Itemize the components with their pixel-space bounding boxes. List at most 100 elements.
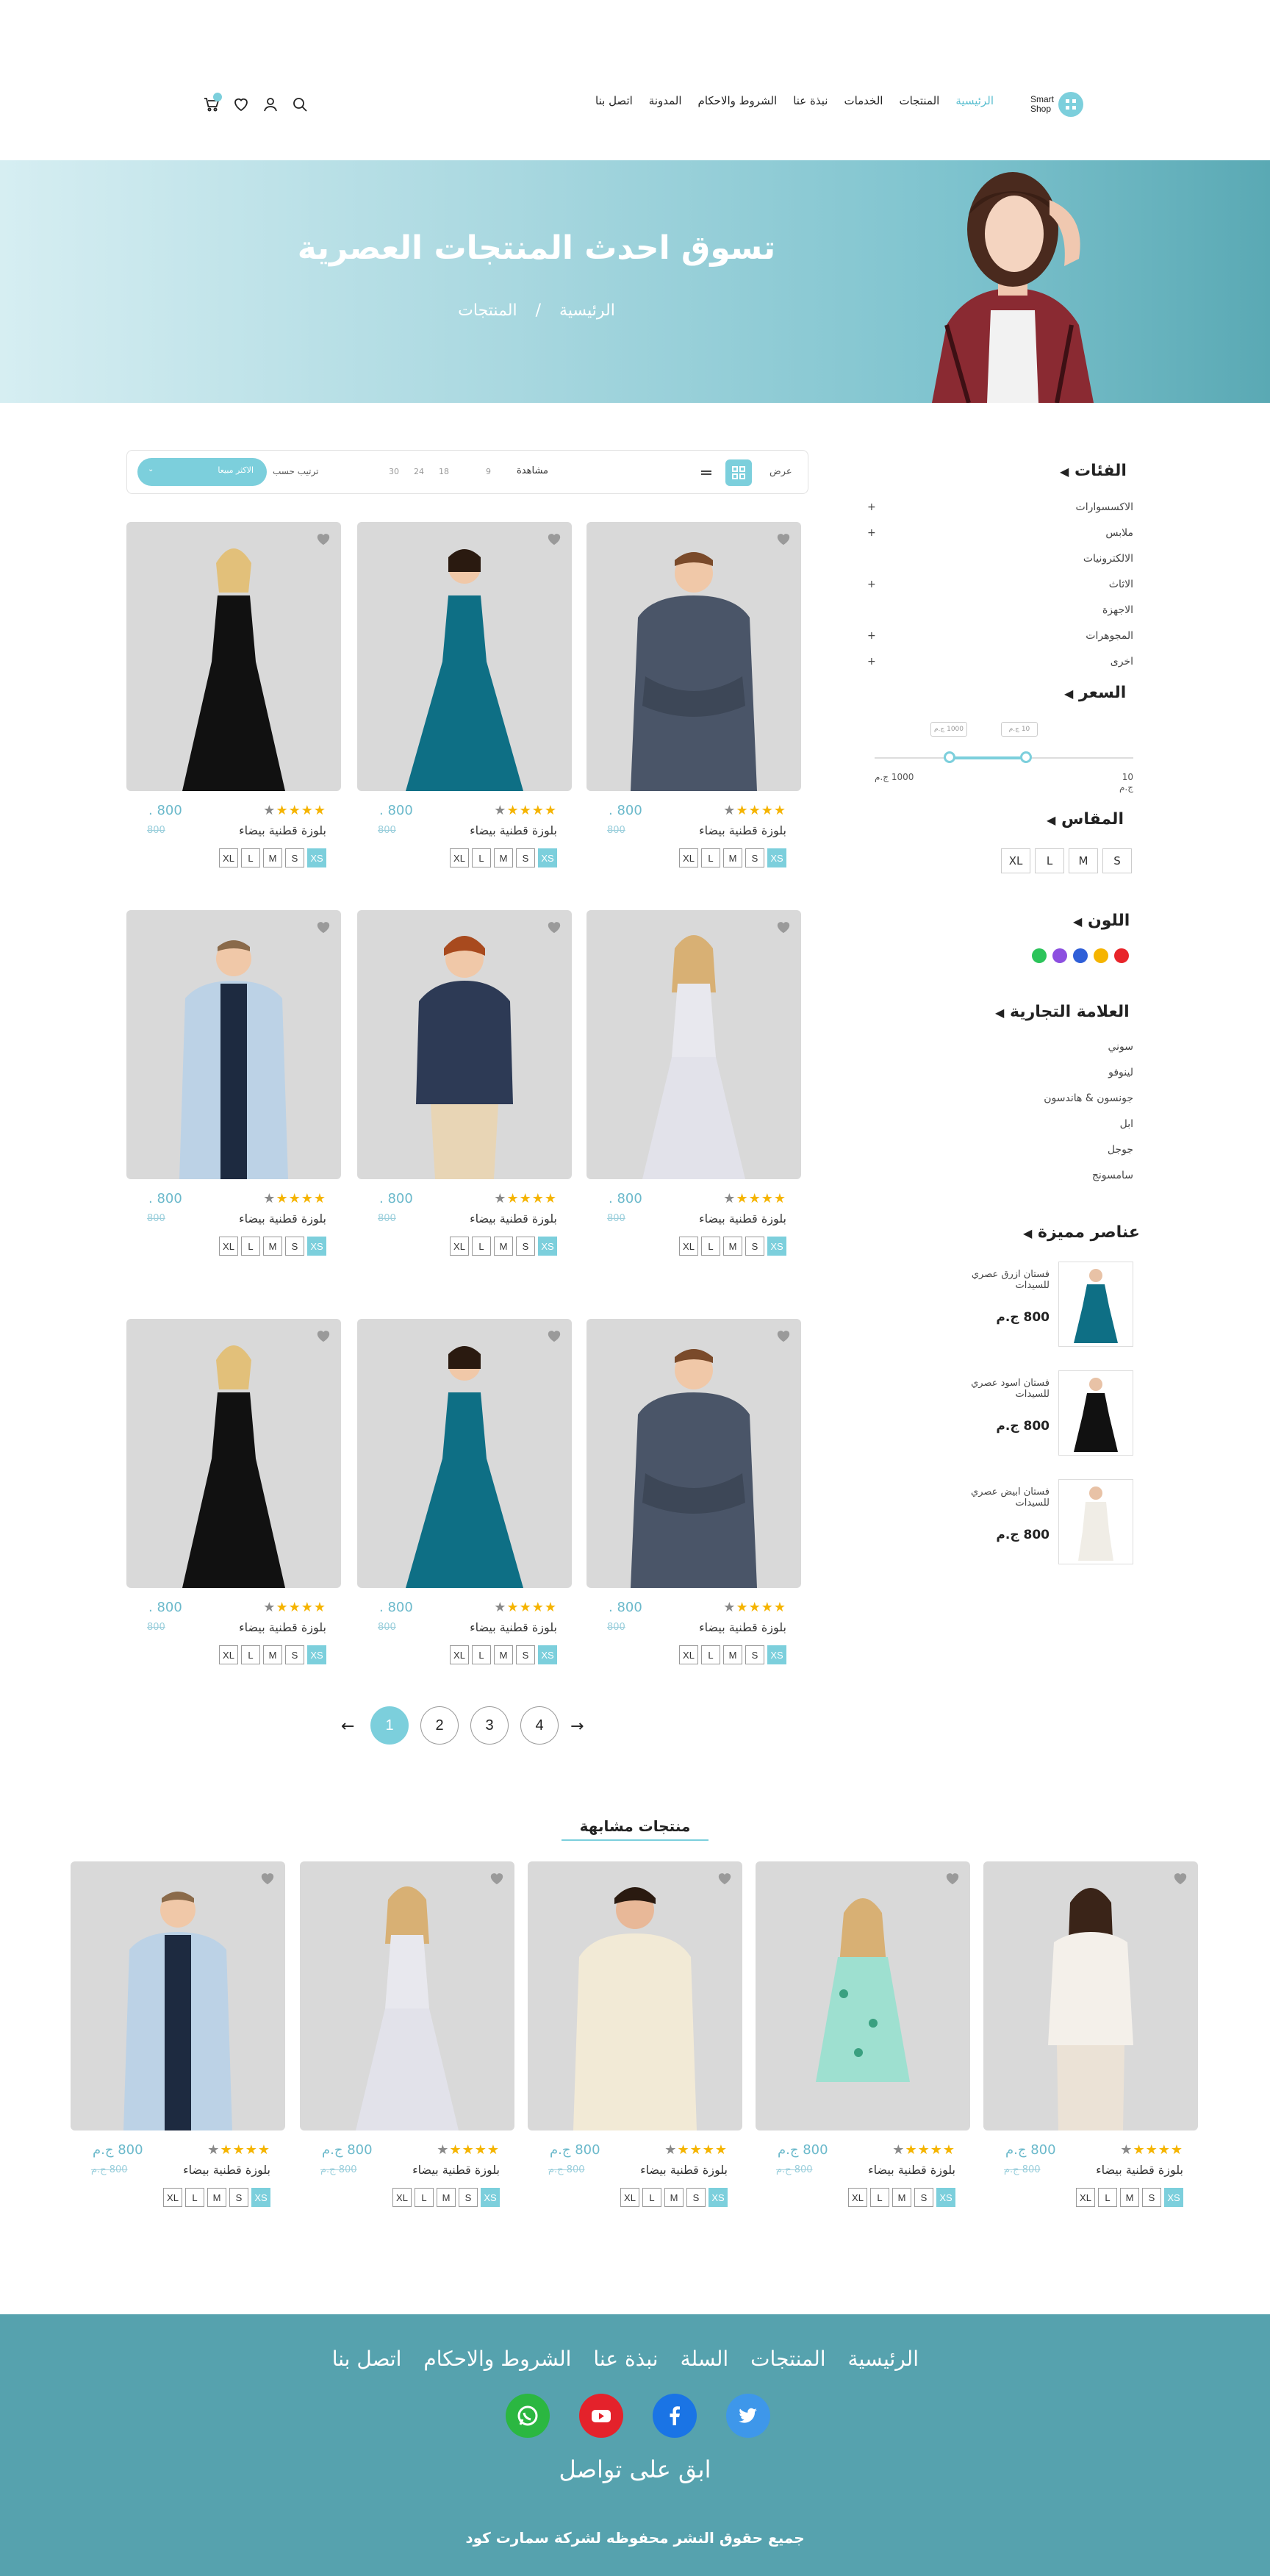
category-item[interactable]: المجوهرات + (867, 623, 1133, 648)
product-name[interactable]: بلوزة قطنية بيضاء (239, 1620, 326, 1634)
size-chip[interactable]: M (664, 2188, 684, 2207)
product-name[interactable]: بلوزة قطنية بيضاء (239, 823, 326, 837)
wishlist-heart-icon[interactable] (776, 532, 791, 545)
category-item[interactable]: الاثاث + (867, 571, 1133, 597)
size-chip[interactable]: L (701, 1237, 720, 1256)
size-option[interactable]: S (1102, 848, 1132, 873)
size-chip[interactable]: M (1120, 2188, 1139, 2207)
brand-item[interactable]: لينوفو (867, 1059, 1133, 1085)
size-chip[interactable]: XL (163, 2188, 182, 2207)
product-image[interactable] (126, 910, 341, 1179)
size-chip[interactable]: XS (1164, 2188, 1183, 2207)
product-image[interactable] (71, 1861, 285, 2130)
product-name[interactable]: بلوزة قطنية بيضاء (470, 1620, 557, 1634)
footer-link-about[interactable]: نبذة عنا (593, 2347, 658, 2371)
product-card[interactable]: 800 . 800 ★★★★★ بلوزة قطنية بيضاء XS S M L XL (126, 910, 341, 1267)
size-chip[interactable]: S (516, 1645, 535, 1664)
size-chip[interactable]: XL (1076, 2188, 1095, 2207)
footer-link-terms[interactable]: الشروط والاحكام (423, 2347, 571, 2371)
wishlist-heart-icon[interactable] (1173, 1872, 1188, 1885)
product-image[interactable] (586, 522, 801, 791)
page-4[interactable]: 4 (520, 1706, 559, 1745)
size-chip[interactable]: L (1098, 2188, 1117, 2207)
size-chip[interactable]: L (642, 2188, 661, 2207)
pagination-prev[interactable]: ← (341, 1717, 354, 1736)
product-image[interactable] (357, 1319, 572, 1588)
page-3[interactable]: 3 (470, 1706, 509, 1745)
product-card[interactable]: 800 ج.م 800 ج.م ★★★★★ بلوزة قطنية بيضاء XS S M… (71, 1861, 285, 2219)
size-chip[interactable]: L (241, 1645, 260, 1664)
product-name[interactable]: بلوزة قطنية بيضاء (868, 2163, 955, 2177)
wishlist-heart-icon[interactable] (717, 1872, 732, 1885)
product-card[interactable]: 800 . 800 ★★★★★ بلوزة قطنية بيضاء XS S M L XL (586, 1319, 801, 1676)
brand-item[interactable]: سوني (867, 1034, 1133, 1059)
size-chip[interactable]: XL (450, 848, 469, 867)
featured-item[interactable]: فستان اسود عصري للسيدات 800 ج.م (941, 1370, 1133, 1456)
size-chip[interactable]: S (745, 848, 764, 867)
size-chip[interactable]: M (263, 1645, 282, 1664)
size-chip[interactable]: XS (307, 848, 326, 867)
product-name[interactable]: بلوزة قطنية بيضاء (183, 2163, 270, 2177)
size-chip[interactable]: L (870, 2188, 889, 2207)
product-image[interactable] (983, 1861, 1198, 2130)
expand-icon[interactable]: + (867, 656, 876, 668)
page-2[interactable]: 2 (420, 1706, 459, 1745)
size-chip[interactable]: M (263, 848, 282, 867)
nav-home[interactable]: الرئيسية (955, 94, 994, 107)
breadcrumb-home[interactable]: الرئيسية (559, 301, 615, 320)
product-card[interactable]: 800 . 800 ★★★★★ بلوزة قطنية بيضاء XS S M L XL (357, 1319, 572, 1676)
size-chip[interactable]: L (241, 848, 260, 867)
size-chip[interactable]: S (285, 848, 304, 867)
product-name[interactable]: بلوزة قطنية بيضاء (640, 2163, 728, 2177)
size-chip[interactable]: L (241, 1237, 260, 1256)
size-chip[interactable]: L (472, 1237, 491, 1256)
size-chip[interactable]: M (494, 1645, 513, 1664)
size-chip[interactable]: XL (620, 2188, 639, 2207)
grid-view-icon[interactable] (725, 459, 752, 486)
size-chip[interactable]: XS (538, 1645, 557, 1664)
wishlist-heart-icon[interactable] (547, 532, 562, 545)
size-chip[interactable]: S (285, 1645, 304, 1664)
size-chip[interactable]: M (723, 848, 742, 867)
size-chip[interactable]: M (494, 1237, 513, 1256)
size-chip[interactable]: XL (450, 1237, 469, 1256)
brand-item[interactable]: سامسونج (867, 1162, 1133, 1188)
color-swatch-yellow[interactable] (1094, 948, 1108, 963)
size-chip[interactable]: XL (219, 848, 238, 867)
wishlist-heart-icon[interactable] (776, 920, 791, 934)
product-image[interactable] (126, 522, 341, 791)
size-chip[interactable]: S (516, 1237, 535, 1256)
expand-icon[interactable]: + (867, 501, 876, 513)
size-chip[interactable]: XS (481, 2188, 500, 2207)
size-chip[interactable]: S (285, 1237, 304, 1256)
expand-icon[interactable]: + (867, 527, 876, 539)
product-card[interactable]: 800 . 800 ★★★★★ بلوزة قطنية بيضاء XS S M L XL (126, 1319, 341, 1676)
size-chip[interactable]: L (472, 848, 491, 867)
color-swatch-green[interactable] (1032, 948, 1047, 963)
size-chip[interactable]: XS (307, 1237, 326, 1256)
wishlist-heart-icon[interactable] (316, 920, 331, 934)
product-image[interactable] (126, 1319, 341, 1588)
featured-item[interactable]: فستان ابيض عصري للسيدات 800 ج.م (941, 1479, 1133, 1564)
size-chip[interactable]: M (207, 2188, 226, 2207)
wishlist-heart-icon[interactable] (547, 1329, 562, 1342)
facebook-icon[interactable] (653, 2394, 697, 2438)
size-chip[interactable]: S (914, 2188, 933, 2207)
slider-max-handle[interactable] (1020, 751, 1032, 763)
size-chip[interactable]: XL (679, 848, 698, 867)
size-chip[interactable]: XL (679, 1237, 698, 1256)
size-chip[interactable]: M (892, 2188, 911, 2207)
product-card[interactable]: 800 ج.م 800 ج.م ★★★★★ بلوزة قطنية بيضاء XS S M… (756, 1861, 970, 2219)
size-chip[interactable]: XS (251, 2188, 270, 2207)
size-chip[interactable]: XS (936, 2188, 955, 2207)
product-image[interactable] (756, 1861, 970, 2130)
count-option[interactable]: 30 (389, 467, 399, 476)
size-chip[interactable]: S (686, 2188, 706, 2207)
footer-link-products[interactable]: المنتجات (750, 2347, 825, 2371)
wishlist-heart-icon[interactable] (316, 532, 331, 545)
size-chip[interactable]: XL (450, 1645, 469, 1664)
page-1[interactable]: 1 (370, 1706, 409, 1745)
size-chip[interactable]: M (494, 848, 513, 867)
size-chip[interactable]: L (701, 848, 720, 867)
slider-min-handle[interactable] (944, 751, 955, 763)
